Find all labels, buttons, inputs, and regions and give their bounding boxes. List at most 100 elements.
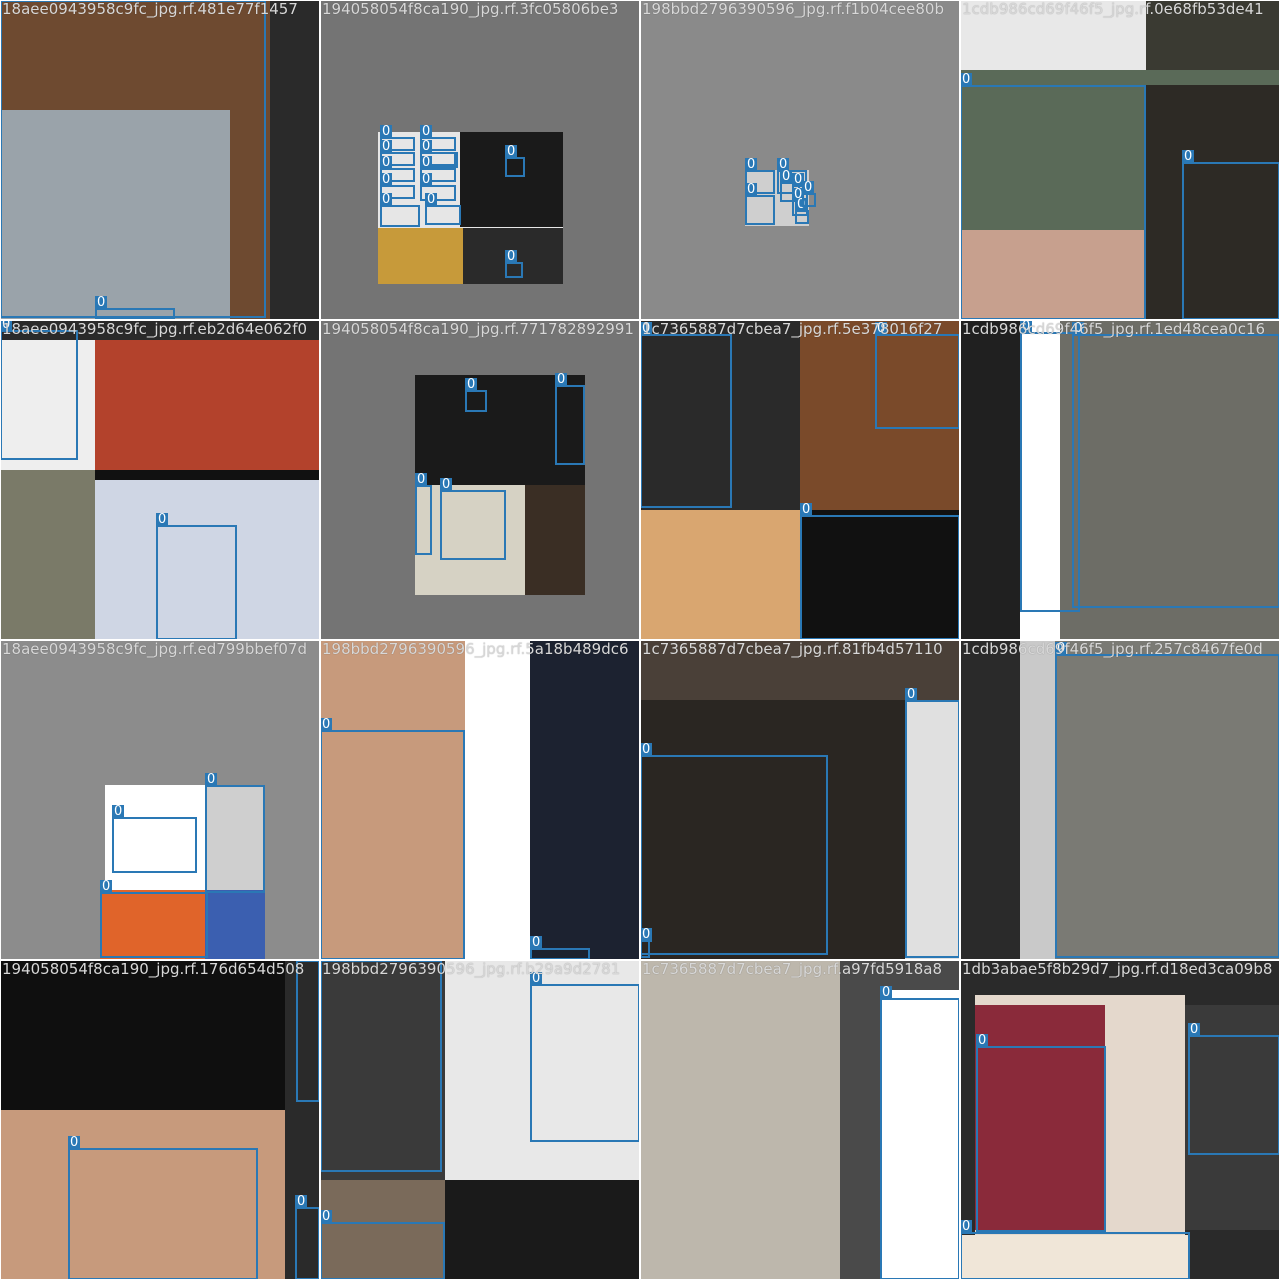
bounding-box: 0 (802, 181, 816, 207)
class-label: 0 (100, 879, 113, 894)
class-label: 0 (440, 477, 453, 492)
bounding-box: 0 (296, 960, 320, 1102)
image-region (205, 890, 265, 960)
class-label: 0 (425, 192, 438, 207)
bounding-box: 0 (320, 960, 442, 1172)
image-region (270, 0, 320, 320)
image-region (445, 1180, 640, 1280)
mosaic-tile: 0018aee0943958c9fc_jpg.rf.481e77f1457 (0, 0, 320, 320)
class-label: 0 (530, 971, 543, 986)
class-label: 0 (156, 512, 169, 527)
class-label: 0 (112, 804, 125, 819)
image-region (640, 960, 840, 1280)
bounding-box: 0 (0, 0, 266, 318)
class-label: 0 (1182, 149, 1195, 164)
bounding-box: 0 (380, 193, 420, 227)
bounding-box: 0 (555, 373, 585, 465)
class-label: 0 (640, 321, 653, 336)
image-region (95, 320, 320, 470)
bounding-box: 0 (640, 322, 732, 508)
bounding-box: 0 (440, 478, 506, 560)
class-label: 0 (380, 124, 393, 139)
class-label: 0 (465, 377, 478, 392)
image-region (378, 228, 463, 284)
image-region (960, 320, 1020, 640)
class-label: 0 (380, 155, 393, 170)
class-label: 0 (380, 172, 393, 187)
bounding-box: 0 (976, 1034, 1106, 1232)
bounding-box: 0 (800, 503, 960, 640)
class-label: 0 (320, 1209, 333, 1224)
mosaic-grid: 0018aee0943958c9fc_jpg.rf.481e77f1457000… (0, 0, 1280, 1280)
mosaic-tile: 0 0 0 0 194058054f8ca190_jpg.rf.771782892991 (320, 320, 640, 640)
class-label: 0 (802, 180, 815, 195)
bounding-box: 0 (795, 198, 809, 224)
bounding-box: 0 (295, 1195, 320, 1280)
bounding-box: 0 (640, 928, 653, 958)
mosaic-tile: 0 1c7365887d7cbea7_jpg.rf.a97fd5918a8 (640, 960, 960, 1280)
bounding-box: 0 (320, 1210, 445, 1280)
class-label: 0 (745, 182, 758, 197)
mosaic-tile: 0000000000000194058054f8ca190_jpg.rf.3fc… (320, 0, 640, 320)
class-label: 0 (960, 72, 973, 87)
class-label: 0 (420, 124, 433, 139)
bounding-box: 0 (112, 805, 197, 873)
class-label: 0 (555, 372, 568, 387)
bounding-box: 0 (100, 880, 208, 958)
class-label: 0 (320, 960, 333, 962)
class-label: 0 (640, 927, 653, 942)
image-region (640, 0, 960, 320)
mosaic-tile: 0 0 0 1c7365887d7cbea7_jpg.rf.81fb4d57110 (640, 640, 960, 960)
class-label: 0 (380, 139, 393, 154)
bounding-box: 0 (1055, 642, 1280, 958)
class-label: 0 (880, 985, 893, 1000)
bounding-box: 0 (530, 936, 590, 960)
mosaic-tile: 0 0 0 0 0 0 0 0 198bbd2796390596_jpg.rf.f1b04cee… (640, 0, 960, 320)
bounding-box: 0 (0, 320, 78, 460)
bounding-box: 0 (960, 1220, 1190, 1280)
bounding-box: 0 (905, 688, 960, 958)
bounding-box: 0 (640, 743, 828, 955)
bounding-box: 0 (1072, 322, 1280, 608)
class-label: 0 (1055, 641, 1068, 656)
mosaic-tile: 000198bbd2796390596_jpg.rf.b29a9d2781 (320, 960, 640, 1280)
class-label: 0 (505, 249, 518, 264)
mosaic-tile: 0 0 0 18aee0943958c9fc_jpg.rf.ed799bbef07d (0, 640, 320, 960)
class-label: 0 (295, 1194, 308, 1209)
bounding-box: 0 (415, 473, 432, 555)
image-region (1146, 0, 1280, 70)
class-label: 0 (960, 1219, 973, 1234)
class-label: 0 (205, 772, 218, 787)
class-label: 0 (68, 1135, 81, 1150)
bounding-box: 0 (1020, 320, 1080, 612)
class-label: 0 (420, 172, 433, 187)
class-label: 0 (745, 157, 758, 172)
class-label: 0 (1020, 320, 1033, 334)
class-label: 0 (976, 1033, 989, 1048)
bounding-box: 0 (68, 1136, 258, 1280)
bounding-box: 0 (425, 193, 461, 225)
class-label: 0 (415, 472, 428, 487)
image-region (0, 470, 95, 640)
class-label: 0 (780, 169, 793, 184)
mosaic-tile: 0 0 1cdb986cd69f46f5_jpg.rf.1ed48cea0c16 (960, 320, 1280, 640)
bounding-box: 0 (505, 145, 525, 177)
bounding-box: 0 (465, 378, 487, 412)
mosaic-tile: 0 0 0 1db3abae5f8b29d7_jpg.rf.d18ed3ca09b8 (960, 960, 1280, 1280)
class-label: 0 (0, 0, 13, 2)
mosaic-tile: 0 0 18aee0943958c9fc_jpg.rf.eb2d64e062f0 (0, 320, 320, 640)
bounding-box: 0 (205, 773, 265, 893)
class-label: 0 (1072, 321, 1085, 336)
class-label: 0 (905, 687, 918, 702)
bounding-box: 0 (420, 140, 458, 168)
mosaic-tile: 000194058054f8ca190_jpg.rf.176d654d508 (0, 960, 320, 1280)
bounding-box: 0 (1188, 1023, 1280, 1155)
image-region (525, 485, 585, 595)
bounding-box: 0 (95, 296, 175, 320)
bounding-box: 0 (745, 183, 775, 225)
bounding-box: 0 (875, 322, 960, 429)
bounding-box: 0 (156, 513, 237, 640)
bounding-box: 0 (880, 986, 960, 1280)
class-label: 0 (530, 935, 543, 950)
image-region (960, 0, 1146, 70)
